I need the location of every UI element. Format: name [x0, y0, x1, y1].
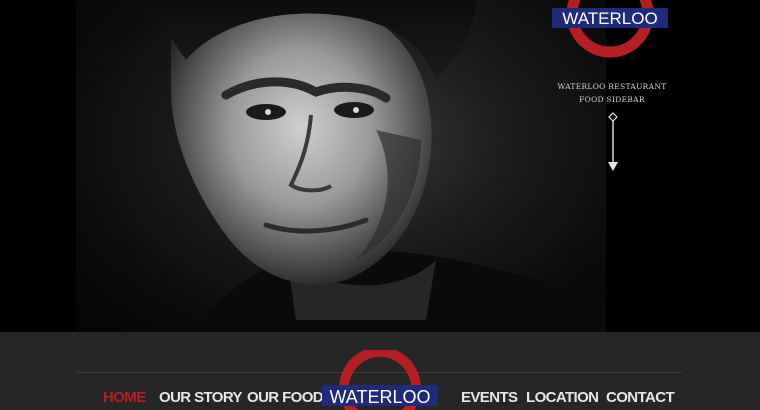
down-arrow-icon[interactable]	[606, 112, 620, 174]
nav-item-events[interactable]: EVENTS	[461, 388, 518, 408]
nav-item-contact[interactable]: CONTACT	[606, 388, 675, 408]
hero-section: WATERLOO WATERLOO RESTAURANT FOOD SIDEBA…	[0, 0, 760, 332]
hero-portrait-photo	[76, 0, 606, 332]
nav-item-location[interactable]: LOCATION	[526, 388, 599, 408]
portrait-illustration	[156, 0, 606, 332]
nav-logo-text: WATERLOO	[329, 387, 430, 407]
page: WATERLOO WATERLOO RESTAURANT FOOD SIDEBA…	[0, 0, 760, 410]
sidebar-caption: WATERLOO RESTAURANT FOOD SIDEBAR	[557, 82, 667, 104]
sidebar-logo-text: WATERLOO	[562, 9, 657, 28]
sidebar-waterloo-logo[interactable]: WATERLOO	[548, 0, 672, 64]
nav-item-home[interactable]: HOME	[103, 388, 146, 408]
nav-waterloo-logo[interactable]: WATERLOO	[320, 350, 440, 410]
nav-item-our-story[interactable]: OUR STORY	[159, 388, 243, 408]
nav-item-our-food[interactable]: OUR FOOD	[247, 388, 324, 408]
